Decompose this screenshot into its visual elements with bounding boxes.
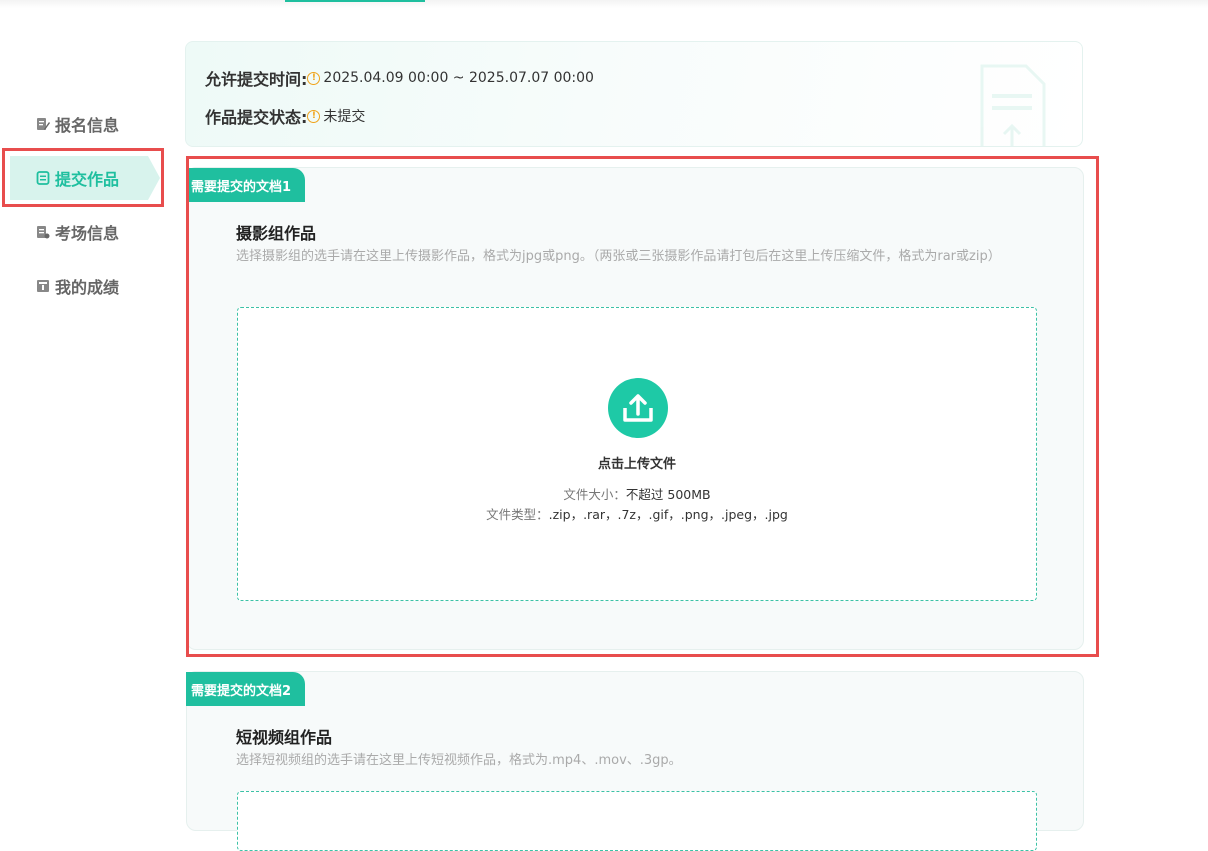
- sidebar-item-registration-info[interactable]: 报名信息: [10, 102, 160, 146]
- file-size-value: 不超过 500MB: [625, 487, 711, 502]
- file-size-hint: 文件大小：不超过 500MB: [238, 484, 1036, 503]
- upload-click-label: 点击上传文件: [597, 457, 676, 472]
- file-upload-dropzone[interactable]: 点击上传文件 文件大小：不超过 500MB 文件类型：.zip，.rar，.7z…: [237, 307, 1037, 601]
- sidebar-item-label: 考场信息: [55, 224, 120, 243]
- submission-status-row: 作品提交状态: ! 未提交: [205, 104, 365, 128]
- sidebar-item-label: 报名信息: [55, 116, 120, 135]
- submission-status-label: 作品提交状态:: [205, 108, 308, 127]
- document-description: 选择短视频组的选手请在这里上传短视频作品，格式为.mp4、.mov、.3gp。: [236, 753, 682, 768]
- file-type-label: 文件类型：: [486, 507, 549, 522]
- document-panel-2: 需要提交的文档2 短视频组作品 选择短视频组的选手请在这里上传短视频作品，格式为…: [186, 671, 1084, 851]
- file-size-label: 文件大小：: [563, 487, 626, 502]
- document-watermark-icon: [976, 64, 1048, 146]
- submission-info-card: 允许提交时间: ! 2025.04.09 00:00 ~ 2025.07.07 …: [185, 41, 1083, 147]
- document-tag-2: 需要提交的文档2: [186, 672, 306, 706]
- document-title: 摄影组作品: [236, 224, 317, 243]
- submission-time-value: 2025.04.09 00:00 ~ 2025.07.07 00:00: [323, 70, 594, 86]
- document-description: 选择摄影组的选手请在这里上传摄影作品，格式为jpg或png。（两张或三张摄影作品…: [236, 249, 1001, 264]
- file-type-value: .zip，.rar，.7z，.gif，.png，.jpeg，.jpg: [548, 507, 788, 522]
- document-title: 短视频组作品: [236, 728, 333, 747]
- submit-doc-icon: [36, 171, 50, 185]
- submission-time-label: 允许提交时间:: [205, 70, 308, 89]
- warning-icon: !: [307, 109, 321, 123]
- score-icon: [36, 279, 50, 293]
- file-upload-dropzone[interactable]: [237, 791, 1037, 851]
- submission-time-row: 允许提交时间: ! 2025.04.09 00:00 ~ 2025.07.07 …: [205, 66, 594, 90]
- document-tag-1: 需要提交的文档1: [186, 168, 306, 202]
- top-bar: [0, 0, 1208, 8]
- sidebar-item-label: 我的成绩: [55, 278, 120, 297]
- sidebar-item-label: 提交作品: [55, 170, 120, 189]
- active-tab-indicator: [285, 0, 425, 2]
- sidebar-item-exam-info[interactable]: 考场信息: [10, 210, 160, 254]
- exam-doc-icon: [36, 225, 50, 239]
- sidebar-item-my-scores[interactable]: 我的成绩: [10, 264, 160, 308]
- submission-status-value: 未提交: [323, 109, 366, 125]
- sidebar-item-submit-work[interactable]: 提交作品: [10, 156, 160, 200]
- file-type-hint: 文件类型：.zip，.rar，.7z，.gif，.png，.jpeg，.jpg: [238, 504, 1036, 523]
- document-panel-1: 需要提交的文档1 摄影组作品 选择摄影组的选手请在这里上传摄影作品，格式为jpg…: [186, 167, 1084, 650]
- warning-icon: !: [307, 71, 321, 85]
- upload-icon: [608, 378, 668, 438]
- edit-doc-icon: [36, 117, 50, 131]
